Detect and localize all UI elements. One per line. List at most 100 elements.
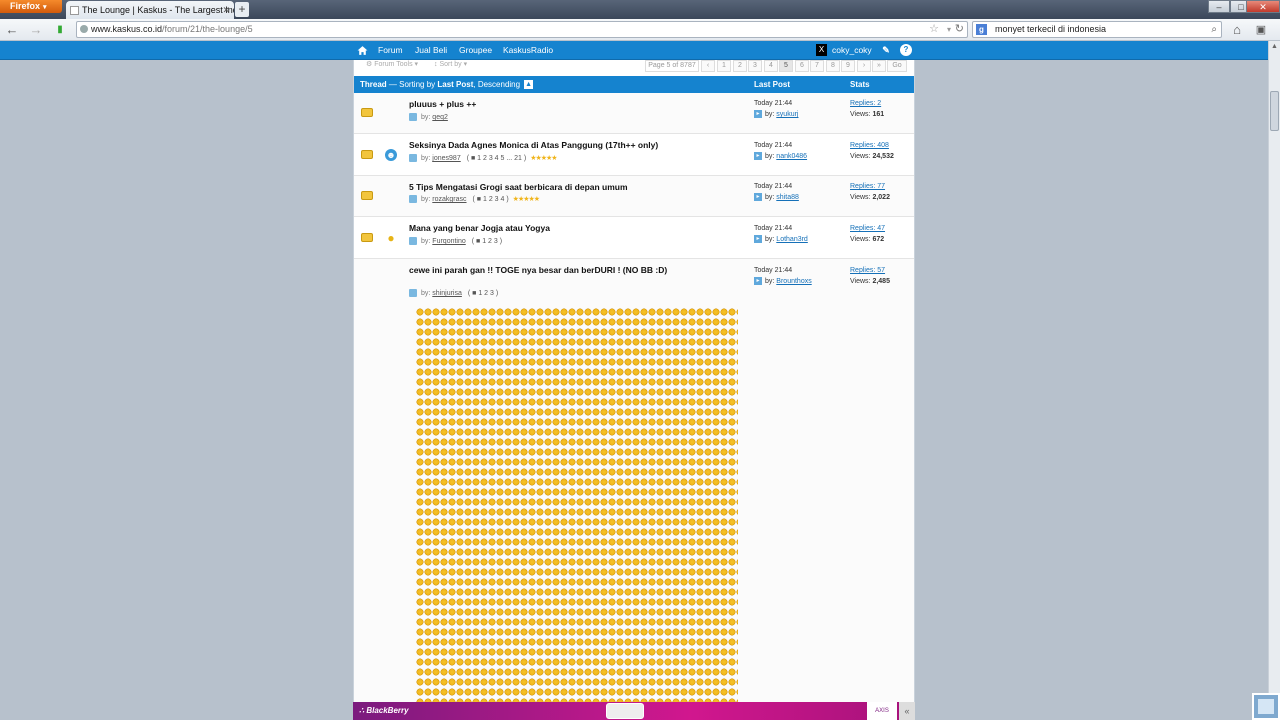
forum-tools-button[interactable]: ⚙ Forum Tools ▾ bbox=[366, 60, 418, 68]
page-link-current[interactable]: 5 bbox=[779, 60, 793, 72]
bookmark-star-icon[interactable]: ☆ bbox=[929, 22, 939, 37]
go-last-post-icon[interactable]: ▸ bbox=[754, 235, 762, 243]
views-label: Views: bbox=[850, 153, 871, 160]
prev-page-button[interactable]: ‹ bbox=[701, 60, 715, 72]
go-last-post-icon[interactable]: ▸ bbox=[754, 152, 762, 160]
help-icon[interactable]: ? bbox=[900, 44, 912, 56]
thread-title[interactable]: cewe ini parah gan !! TOGE nya besar dan… bbox=[409, 265, 671, 276]
thread-pages[interactable]: ( ■ 1 2 3 ) bbox=[472, 238, 502, 245]
read-icon[interactable] bbox=[409, 289, 417, 297]
lightbulb-icon: ● bbox=[387, 231, 395, 245]
last-post-user[interactable]: Brounthoxs bbox=[776, 278, 811, 285]
username-link[interactable]: coky_coky bbox=[832, 41, 872, 60]
page-link[interactable]: 2 bbox=[733, 60, 747, 72]
nav-kaskusradio[interactable]: KaskusRadio bbox=[503, 41, 553, 60]
last-post-user[interactable]: shita88 bbox=[776, 194, 799, 201]
sort-field[interactable]: Last Post bbox=[437, 80, 473, 89]
vertical-scrollbar[interactable]: ▲ bbox=[1268, 41, 1280, 720]
home-icon[interactable]: ⌂ bbox=[1229, 22, 1245, 38]
replies-link[interactable]: Replies: 57 bbox=[850, 267, 885, 274]
thread-pages[interactable]: ( ■ 1 2 3 ) bbox=[468, 290, 498, 297]
page-link[interactable]: 3 bbox=[748, 60, 762, 72]
go-last-post-icon[interactable]: ▸ bbox=[754, 277, 762, 285]
nav-groupee[interactable]: Groupee bbox=[459, 41, 492, 60]
page-link[interactable]: 9 bbox=[841, 60, 855, 72]
go-last-post-icon[interactable]: ▸ bbox=[754, 193, 762, 201]
thread-author[interactable]: shinjurisa bbox=[432, 290, 462, 297]
read-icon[interactable] bbox=[409, 113, 417, 121]
folder-icon bbox=[361, 108, 373, 117]
sort-arrow-icon[interactable]: ▲ bbox=[524, 80, 534, 90]
search-input[interactable]: g monyet terkecil di indonesia ⌕ bbox=[972, 21, 1222, 38]
go-last-post-icon[interactable]: ▸ bbox=[754, 110, 762, 118]
thread-author[interactable]: Furqontino bbox=[432, 238, 465, 245]
page-link[interactable]: 6 bbox=[795, 60, 809, 72]
smiley-icon: ☻ bbox=[385, 149, 397, 161]
nav-forum[interactable]: Forum bbox=[378, 41, 403, 60]
last-post-user[interactable]: Lothan3rd bbox=[776, 236, 808, 243]
browser-tab[interactable]: The Lounge | Kaskus - The Largest Indon.… bbox=[66, 1, 234, 19]
addon-icon[interactable]: ▣ bbox=[1253, 22, 1269, 38]
site-navbar: Forum Jual Beli Groupee KaskusRadio X co… bbox=[0, 41, 1280, 60]
thread-pages[interactable]: ( ■ 1 2 3 4 5 ... 21 ) bbox=[467, 155, 526, 162]
site-home-icon[interactable] bbox=[357, 45, 368, 56]
page-link[interactable]: 1 bbox=[717, 60, 731, 72]
sort-direction[interactable]: Descending bbox=[478, 80, 520, 89]
replies-link[interactable]: Replies: 77 bbox=[850, 183, 885, 190]
go-button[interactable]: Go bbox=[887, 60, 907, 72]
last-page-button[interactable]: » bbox=[872, 60, 886, 72]
read-icon[interactable] bbox=[409, 154, 417, 163]
thread-title[interactable]: 5 Tips Mengatasi Grogi saat berbicara di… bbox=[409, 182, 671, 193]
ad-banner[interactable]: ∴ BlackBerry AXIS « bbox=[353, 702, 915, 720]
last-post-time: Today 21:44 bbox=[754, 225, 793, 232]
page-link[interactable]: 8 bbox=[826, 60, 840, 72]
last-post-user[interactable]: syukurj bbox=[776, 111, 798, 118]
url-bar[interactable]: www.kaskus.co.id/forum/21/the-lounge/5 ☆… bbox=[76, 21, 968, 38]
forward-arrow-icon[interactable]: → bbox=[28, 22, 44, 38]
replies-link[interactable]: Replies: 408 bbox=[850, 142, 889, 149]
nav-jual-beli[interactable]: Jual Beli bbox=[415, 41, 447, 60]
thread-title[interactable]: Seksinya Dada Agnes Monica di Atas Pangg… bbox=[409, 140, 709, 151]
scrollbar-thumb[interactable] bbox=[1270, 91, 1279, 131]
thread-author[interactable]: rozakgrasc bbox=[432, 196, 466, 203]
emoticon-grid bbox=[416, 307, 738, 702]
thread-author[interactable]: jones987 bbox=[432, 155, 460, 162]
thread-title[interactable]: pluuus + plus ++ bbox=[409, 99, 671, 110]
page-link[interactable]: 7 bbox=[810, 60, 824, 72]
desktop-widget-icon[interactable] bbox=[1252, 693, 1280, 720]
close-window-button[interactable]: ✕ bbox=[1246, 0, 1280, 13]
last-post-by-label: by: bbox=[765, 235, 775, 243]
url-dropdown-icon[interactable]: ▾ bbox=[947, 22, 951, 37]
firefox-menu-button[interactable]: Firefox ▾ bbox=[0, 0, 62, 13]
replies-link[interactable]: Replies: 2 bbox=[850, 100, 881, 107]
pencil-icon[interactable]: ✎ bbox=[880, 44, 892, 56]
replies-link[interactable]: Replies: 47 bbox=[850, 225, 885, 232]
thread-column-header: Thread — Sorting by Last Post, Descendin… bbox=[360, 76, 534, 93]
minimize-button[interactable]: – bbox=[1208, 0, 1230, 13]
page-link[interactable]: 4 bbox=[764, 60, 778, 72]
read-icon[interactable] bbox=[409, 237, 417, 245]
browser-navbar: ← → ▮ www.kaskus.co.id/forum/21/the-loun… bbox=[0, 19, 1280, 41]
views-label: Views: bbox=[850, 278, 871, 285]
thread-title[interactable]: Mana yang benar Jogja atau Yogya bbox=[409, 223, 671, 234]
next-page-button[interactable]: › bbox=[857, 60, 871, 72]
sort-by-button[interactable]: ↕ Sort by ▾ bbox=[434, 60, 467, 68]
thread-pages[interactable]: ( ■ 1 2 3 4 ) bbox=[473, 196, 509, 203]
signal-icon: ▮ bbox=[57, 24, 63, 35]
search-icon[interactable]: ⌕ bbox=[1211, 22, 1217, 37]
by-label: by: bbox=[421, 155, 431, 162]
new-tab-button[interactable]: + bbox=[235, 2, 249, 17]
last-post-user[interactable]: nank0486 bbox=[776, 153, 807, 160]
reload-icon[interactable]: ↻ bbox=[955, 22, 964, 37]
avatar[interactable]: X bbox=[816, 44, 827, 56]
close-tab-icon[interactable]: ✕ bbox=[222, 1, 230, 19]
back-arrow-icon[interactable]: ← bbox=[4, 22, 20, 38]
collapse-ad-button[interactable]: « bbox=[899, 702, 915, 720]
google-icon[interactable]: g bbox=[976, 24, 987, 35]
stats-column-header[interactable]: Stats bbox=[850, 76, 870, 93]
last-post-column-header[interactable]: Last Post bbox=[754, 76, 790, 93]
scroll-up-icon[interactable]: ▲ bbox=[1269, 41, 1280, 53]
read-icon[interactable] bbox=[409, 195, 417, 204]
thread-author[interactable]: qeq2 bbox=[432, 114, 448, 121]
thread-table-header: Thread — Sorting by Last Post, Descendin… bbox=[354, 76, 914, 93]
